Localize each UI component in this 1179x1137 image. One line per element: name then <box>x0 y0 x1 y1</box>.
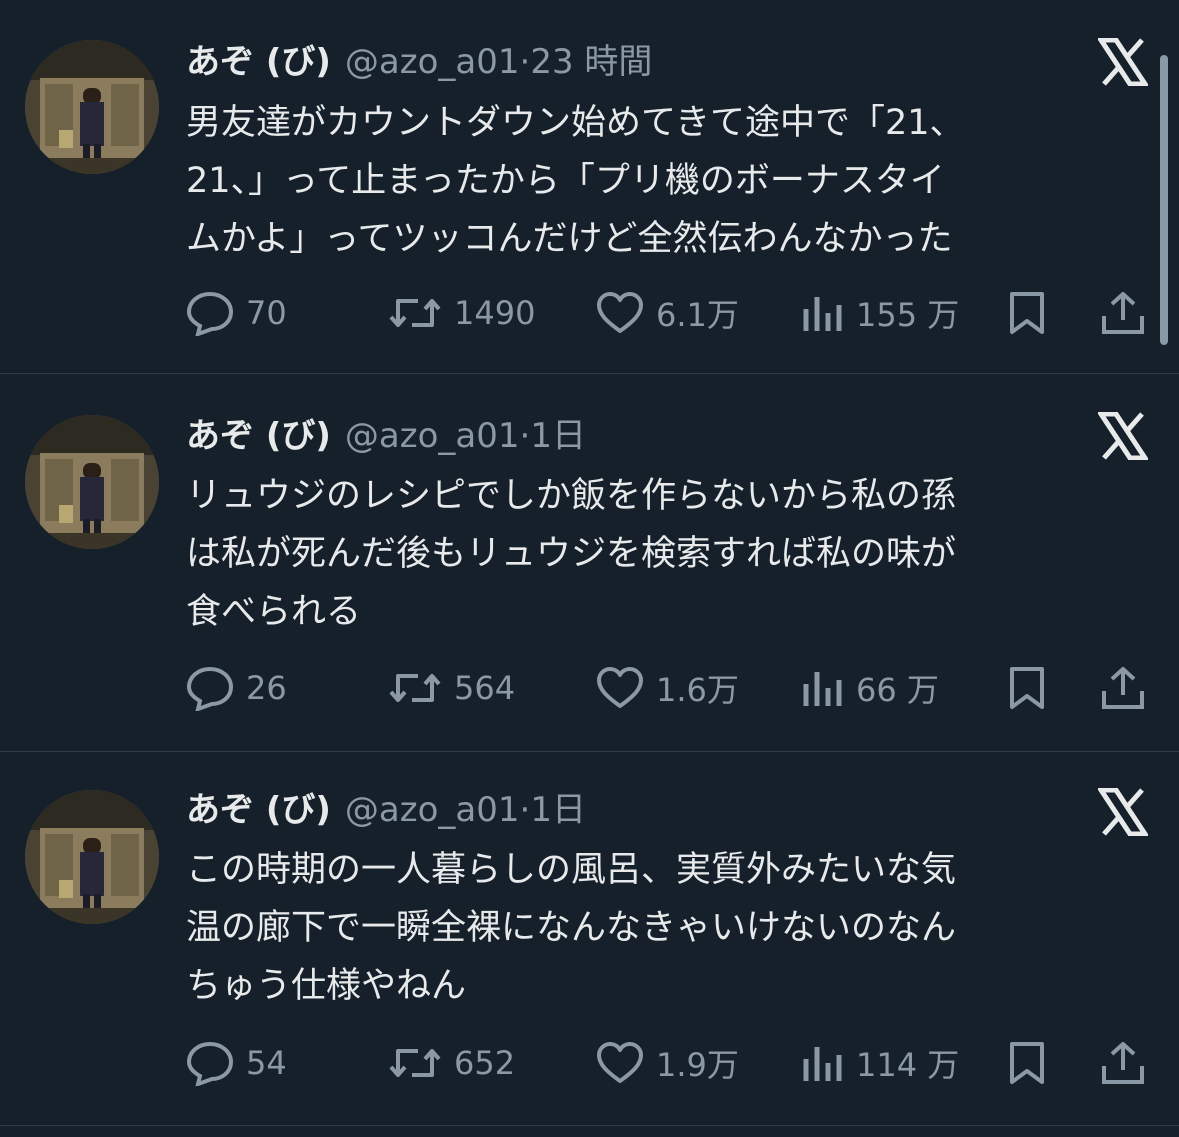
tweet-header: あぞ (び) @azo_a01·1日 <box>186 786 586 834</box>
bookmark-icon <box>1010 292 1044 334</box>
reply-count: 26 <box>246 669 287 707</box>
tweet-text: リュウジのレシピでしか飯を作らないから私の孫 は私が死んだ後もリュウジを検索すれ… <box>186 467 1146 641</box>
views-button[interactable]: 155 万 <box>802 288 959 338</box>
tweet-feed: あぞ (び) @azo_a01·23 時間 男友達がカウントダウン始めてきて途中で… <box>0 0 1179 1137</box>
separator-dot: · <box>519 416 531 456</box>
tweet-text-line: 21、」って止まったから「プリ機のボーナスタイ <box>186 161 945 201</box>
speech-bubble-icon <box>186 291 234 336</box>
action-bar: 54 652 1.9万 114 万 <box>0 1038 1179 1088</box>
tweet-text-line: 男友達がカウントダウン始めてきて途中で「21、 <box>186 103 965 143</box>
display-name[interactable]: あぞ (び) <box>186 416 331 456</box>
like-count: 1.9万 <box>656 1046 739 1084</box>
heart-icon <box>597 1042 643 1083</box>
bookmark-button[interactable] <box>1006 663 1048 713</box>
action-bar: 26 564 1.6万 66 万 <box>0 663 1179 713</box>
timestamp[interactable]: 1日 <box>530 416 586 456</box>
x-logo-icon <box>1096 787 1150 837</box>
like-button[interactable]: 1.9万 <box>596 1038 739 1088</box>
retweet-button[interactable]: 652 <box>388 1038 515 1088</box>
reply-count: 70 <box>246 294 287 332</box>
timestamp[interactable]: 23 時間 <box>530 42 652 82</box>
separator-dot: · <box>519 42 531 82</box>
heart-icon <box>597 292 643 333</box>
share-button[interactable] <box>1100 1038 1146 1088</box>
like-count: 1.6万 <box>656 671 739 709</box>
share-button[interactable] <box>1100 288 1146 338</box>
x-logo-icon <box>1096 37 1150 87</box>
user-handle[interactable]: @azo_a01 <box>345 790 520 830</box>
heart-icon <box>597 667 643 708</box>
display-name[interactable]: あぞ (び) <box>186 42 331 82</box>
speech-bubble-icon <box>186 1041 234 1086</box>
separator-dot: · <box>519 790 531 830</box>
tweet-text-line: ちゅう仕様やねん <box>186 966 467 1006</box>
retweet-count: 1490 <box>454 294 536 332</box>
reply-button[interactable]: 70 <box>186 288 287 338</box>
retweet-count: 652 <box>454 1044 516 1082</box>
bookmark-button[interactable] <box>1006 1038 1048 1088</box>
tweet-header: あぞ (び) @azo_a01·23 時間 <box>186 38 652 86</box>
upload-share-icon <box>1102 1042 1144 1084</box>
tweet-card[interactable]: あぞ (び) @azo_a01·1日 リュウジのレシピでしか飯を作らないから私の孫… <box>0 378 1179 752</box>
user-handle[interactable]: @azo_a01 <box>345 416 520 456</box>
bookmark-button[interactable] <box>1006 288 1048 338</box>
upload-share-icon <box>1102 292 1144 334</box>
like-button[interactable]: 6.1万 <box>596 288 739 338</box>
action-bar: 70 1490 6.1万 155 万 <box>0 288 1179 338</box>
scrollbar[interactable] <box>1160 55 1168 345</box>
retweet-button[interactable]: 1490 <box>388 288 535 338</box>
like-button[interactable]: 1.6万 <box>596 663 739 713</box>
reply-button[interactable]: 54 <box>186 1038 287 1088</box>
reply-button[interactable]: 26 <box>186 663 287 713</box>
display-name[interactable]: あぞ (び) <box>186 790 331 830</box>
tweet-header: あぞ (び) @azo_a01·1日 <box>186 412 586 460</box>
reply-count: 54 <box>246 1044 287 1082</box>
avatar[interactable] <box>25 40 159 174</box>
speech-bubble-icon <box>186 666 234 711</box>
tweet-text-line: 食べられる <box>186 592 362 632</box>
views-count: 114 万 <box>856 1046 960 1084</box>
x-logo-icon <box>1096 411 1150 461</box>
bookmark-icon <box>1010 1042 1044 1084</box>
bookmark-icon <box>1010 667 1044 709</box>
views-count: 155 万 <box>856 296 960 334</box>
tweet-text-line: ムかよ」ってツッコんだけど全然伝わんなかった <box>186 219 953 259</box>
avatar[interactable] <box>25 790 159 924</box>
share-button[interactable] <box>1100 663 1146 713</box>
tweet-text-line: リュウジのレシピでしか飯を作らないから私の孫 <box>186 476 957 516</box>
retweet-arrows-icon <box>389 299 441 327</box>
retweet-arrows-icon <box>389 674 441 702</box>
tweet-text-line: この時期の一人暮らしの風呂、実質外みたいな気 <box>186 850 957 890</box>
tweet-text: この時期の一人暮らしの風呂、実質外みたいな気 温の廊下で一瞬全裸になんなきゃいけ… <box>186 841 1146 1015</box>
tweet-text-line: は私が死んだ後もリュウジを検索すれば私の味が <box>186 534 957 574</box>
views-count: 66 万 <box>856 671 939 709</box>
retweet-arrows-icon <box>389 1049 441 1077</box>
tweet-text-line: 温の廊下で一瞬全裸になんなきゃいけないのなん <box>186 908 957 948</box>
retweet-button[interactable]: 564 <box>388 663 515 713</box>
tweet-card[interactable]: あぞ (び) @azo_a01·23 時間 男友達がカウントダウン始めてきて途中で… <box>0 0 1179 374</box>
tweet-card[interactable]: あぞ (び) @azo_a01·1日 この時期の一人暮らしの風呂、実質外みたいな気… <box>0 752 1179 1126</box>
tweet-text: 男友達がカウントダウン始めてきて途中で「21、 21、」って止まったから「プリ機… <box>186 94 1146 268</box>
bar-chart-icon <box>803 297 842 331</box>
upload-share-icon <box>1102 667 1144 709</box>
views-button[interactable]: 66 万 <box>802 663 939 713</box>
bar-chart-icon <box>803 672 842 706</box>
views-button[interactable]: 114 万 <box>802 1038 959 1088</box>
like-count: 6.1万 <box>656 296 739 334</box>
avatar[interactable] <box>25 415 159 549</box>
retweet-count: 564 <box>454 669 516 707</box>
bar-chart-icon <box>803 1047 842 1081</box>
user-handle[interactable]: @azo_a01 <box>345 42 520 82</box>
timestamp[interactable]: 1日 <box>530 790 586 830</box>
